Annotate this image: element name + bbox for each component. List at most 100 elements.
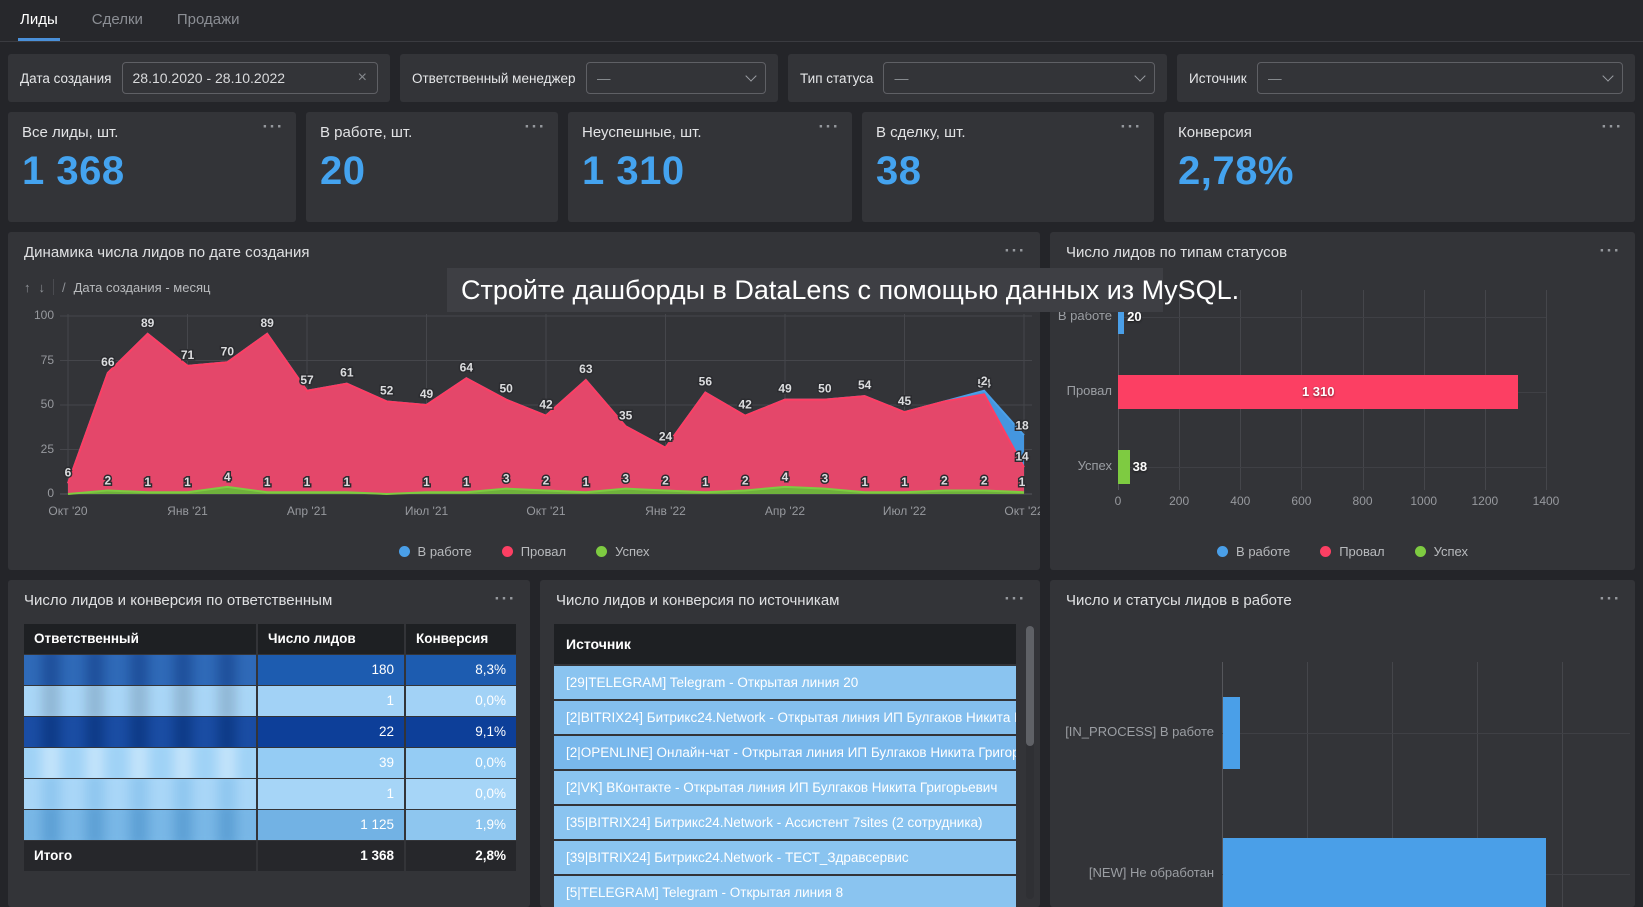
bar-[IN_PROCESS] В работе[interactable]: [1223, 697, 1240, 769]
category-label-[IN_PROCESS] В работе: [IN_PROCESS] В работе: [1058, 724, 1214, 739]
leads-count-cell: 1 125: [258, 810, 404, 840]
more-menu-button[interactable]: ···: [819, 118, 840, 135]
kpi-title: В сделку, шт.: [876, 124, 1140, 141]
table-row[interactable]: 229,1%: [24, 717, 516, 747]
more-menu-button[interactable]: ···: [1005, 590, 1026, 607]
bar-[NEW] Не обработан[interactable]: [1223, 838, 1546, 907]
legend-item-Успех[interactable]: Успех: [1415, 544, 1468, 559]
source-row[interactable]: [29|TELEGRAM] Telegram - Открытая линия …: [554, 666, 1016, 699]
x-tick-label: 800: [1338, 494, 1388, 508]
svg-text:3: 3: [503, 472, 510, 486]
clear-date-icon[interactable]: ×: [358, 70, 367, 86]
filter-date-created: Дата создания 28.10.2020 - 28.10.2022 ×: [8, 54, 390, 102]
scrollbar-thumb[interactable]: [1026, 626, 1034, 746]
date-range-value: 28.10.2020 - 28.10.2022: [133, 70, 350, 86]
leads-count-cell: 22: [258, 717, 404, 747]
svg-text:63: 63: [579, 362, 593, 376]
date-range-input[interactable]: 28.10.2020 - 28.10.2022 ×: [122, 62, 379, 94]
svg-text:1: 1: [861, 475, 868, 489]
conversion-cell: 0,0%: [406, 686, 516, 716]
kpi-title: Все лиды, шт.: [22, 124, 282, 141]
table-row[interactable]: 10,0%: [24, 779, 516, 809]
svg-text:1: 1: [423, 475, 430, 489]
status-type-select[interactable]: —: [883, 62, 1155, 94]
tab-deals[interactable]: Сделки: [90, 0, 145, 41]
x-tick-label: Окт '20: [33, 504, 103, 518]
responsible-table: ОтветственныйЧисло лидовКонверсия1808,3%…: [24, 624, 516, 871]
svg-text:66: 66: [101, 355, 115, 369]
kpi-card-to-deal: В сделку, шт. ··· 38: [862, 112, 1154, 222]
kpi-title: В работе, шт.: [320, 124, 544, 141]
legend-dot-icon: [1415, 546, 1426, 557]
manager-select[interactable]: —: [586, 62, 766, 94]
source-row[interactable]: [39|BITRIX24] Битрикс24.Network - ТЕСТ_З…: [554, 841, 1016, 874]
tab-sales[interactable]: Продажи: [175, 0, 242, 41]
x-tick-label: Окт '21: [511, 504, 581, 518]
svg-text:45: 45: [898, 394, 912, 408]
svg-text:64: 64: [460, 360, 474, 374]
y-tick-label: 25: [16, 442, 54, 456]
filter-status-type: Тип статуса —: [788, 54, 1167, 102]
status-type-select-value: —: [894, 70, 1128, 86]
x-tick-label: Июл '21: [392, 504, 462, 518]
chart-sort-controls: ↑ ↓ / Дата создания - месяц: [24, 279, 210, 295]
legend-item-Провал[interactable]: Провал: [502, 544, 566, 559]
svg-text:35: 35: [619, 408, 633, 422]
x-tick-label: Июл '22: [870, 504, 940, 518]
responsible-name-redacted: [24, 717, 256, 747]
svg-text:42: 42: [738, 398, 752, 412]
source-row[interactable]: [2|OPENLINE] Онлайн-чат - Открытая линия…: [554, 736, 1016, 769]
table-row[interactable]: 1 1251,9%: [24, 810, 516, 840]
legend-label: Провал: [521, 544, 566, 559]
drilldown-breadcrumb[interactable]: Дата создания - месяц: [74, 280, 211, 295]
more-menu-button[interactable]: ···: [1005, 242, 1026, 259]
panel-leads-by-responsible: Число лидов и конверсия по ответственным…: [8, 580, 530, 907]
svg-text:52: 52: [380, 383, 394, 397]
source-row[interactable]: [2|VK] ВКонтакте - Открытая линия ИП Бул…: [554, 771, 1016, 804]
grid-hline: [1118, 317, 1546, 318]
legend-label: В работе: [418, 544, 472, 559]
svg-text:71: 71: [181, 348, 195, 362]
legend-item-В работе[interactable]: В работе: [1217, 544, 1290, 559]
tab-leads[interactable]: Лиды: [18, 0, 60, 41]
area-chart-svg: 6668971708957615249645042633524564249505…: [60, 310, 1032, 498]
scrollbar-track[interactable]: [1026, 626, 1034, 899]
more-menu-button[interactable]: ···: [1121, 118, 1142, 135]
table-row[interactable]: 1808,3%: [24, 655, 516, 685]
legend-item-Провал[interactable]: Провал: [1320, 544, 1384, 559]
source-select-value: —: [1268, 70, 1596, 86]
kpi-value: 1 310: [582, 149, 838, 194]
legend-item-Успех[interactable]: Успех: [596, 544, 649, 559]
source-row[interactable]: [2|BITRIX24] Битрикс24.Network - Открыта…: [554, 701, 1016, 734]
y-tick-label: 75: [16, 353, 54, 367]
sort-desc-icon[interactable]: ↓: [39, 280, 46, 295]
source-row[interactable]: [5|TELEGRAM] Telegram - Открытая линия 8: [554, 876, 1016, 907]
more-menu-button[interactable]: ···: [263, 118, 284, 135]
grid-hline: [1222, 733, 1630, 734]
legend-dot-icon: [502, 546, 513, 557]
more-menu-button[interactable]: ···: [1602, 118, 1623, 135]
x-tick-label: Апр '21: [272, 504, 342, 518]
filters-row: Дата создания 28.10.2020 - 28.10.2022 × …: [8, 54, 1635, 102]
filter-date-label: Дата создания: [20, 71, 112, 86]
source-row[interactable]: [35|BITRIX24] Битрикс24.Network - Ассист…: [554, 806, 1016, 839]
redacted-blur-block: [24, 810, 256, 840]
tab-deals-label: Сделки: [92, 11, 143, 28]
bar-Успех[interactable]: [1118, 450, 1130, 484]
area-chart-legend: В работе Провал Успех: [8, 544, 1040, 559]
table-row[interactable]: 390,0%: [24, 748, 516, 778]
redacted-blur-block: [24, 686, 256, 716]
more-menu-button[interactable]: ···: [495, 590, 516, 607]
filter-source-label: Источник: [1189, 71, 1247, 86]
legend-item-В работе[interactable]: В работе: [399, 544, 472, 559]
y-tick-label: 50: [16, 397, 54, 411]
leads-count-cell: 180: [258, 655, 404, 685]
source-select[interactable]: —: [1257, 62, 1623, 94]
filter-status-type-label: Тип статуса: [800, 71, 873, 86]
table-row[interactable]: 10,0%: [24, 686, 516, 716]
kpi-title: Неуспешные, шт.: [582, 124, 838, 141]
svg-text:6: 6: [65, 465, 72, 479]
svg-text:89: 89: [260, 316, 274, 330]
sort-asc-icon[interactable]: ↑: [24, 280, 31, 295]
more-menu-button[interactable]: ···: [525, 118, 546, 135]
